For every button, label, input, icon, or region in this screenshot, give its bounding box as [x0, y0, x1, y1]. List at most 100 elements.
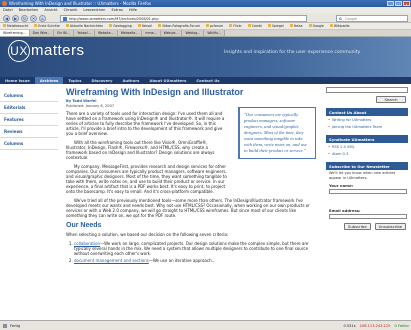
site-logo[interactable]: UX matters	[8, 40, 85, 62]
site-search-button[interactable]: Search	[376, 96, 406, 103]
search-input[interactable]: G Google	[336, 14, 408, 22]
left-nav-item[interactable]: Columns	[0, 90, 58, 102]
contact-heading: Contact Us About	[326, 108, 408, 116]
needs-intro: When selecting a solution, we based our …	[66, 232, 316, 237]
site-nav-authors[interactable]: Authors	[117, 77, 144, 84]
pull-quote: "Our consumers are typically product man…	[238, 107, 316, 159]
bookmark-item[interactable]: Wikipedia	[330, 23, 350, 29]
right-sidebar: Search Contact Us About Writing for UXma…	[326, 87, 408, 231]
close-button[interactable]: ×	[403, 1, 410, 6]
load-time: 0.531s	[343, 324, 356, 328]
tab[interactable]: Wikifiu...	[204, 30, 226, 36]
email-field[interactable]	[329, 214, 407, 220]
needs-term-link[interactable]: document management and sections	[74, 258, 149, 263]
list-item: document management and sections—We use …	[74, 258, 314, 263]
firefox-icon	[2, 1, 7, 6]
article-body-wide: We've tried all of the previously mentio…	[66, 198, 316, 218]
contact-link[interactable]: Writing for UXmatters	[326, 116, 408, 123]
bookmark-item[interactable]: Erste Schritte	[34, 23, 60, 29]
site-nav-about[interactable]: About UXmatters	[144, 77, 191, 84]
logo-mark: UX	[8, 40, 30, 62]
status-text: Fertig	[10, 324, 21, 328]
site-header: UX matters Insights and inspiration for t…	[0, 37, 411, 77]
tab[interactable]: Webseite...	[117, 30, 143, 36]
bookmark-item[interactable]: Heise	[290, 23, 303, 29]
site-nav-discovery[interactable]: Discovery	[86, 77, 117, 84]
url-bar[interactable]: http://www.uxmatters.com/MT/archives/200…	[60, 14, 307, 22]
tab[interactable]: Weblog...	[182, 30, 205, 36]
site-nav: Home Issue Archives Topics Discovery Aut…	[0, 77, 411, 84]
syndicate-link[interactable]: RSS 2.0 XML	[326, 143, 408, 150]
bookmark-item[interactable]: Aktuelle Nachrichten	[66, 23, 103, 29]
needs-list: collaboration—We work on large, complica…	[74, 241, 314, 263]
search-placeholder: Google	[345, 16, 357, 21]
article-title: Wireframing With InDesign and Illustrato…	[66, 87, 244, 97]
tab[interactable]: Ein Bli...	[54, 30, 75, 36]
article: Wireframing With InDesign and Illustrato…	[66, 87, 316, 265]
name-label: Your name:	[329, 183, 354, 189]
left-nav-item[interactable]: Columns	[0, 138, 58, 150]
contact-link[interactable]: Joining the UXmatters Team	[326, 123, 408, 130]
left-nav-item[interactable]: Features	[0, 114, 58, 126]
tab-strip: Wireframing... Dan Wire... Ein Bli... Ya…	[0, 30, 411, 37]
tab[interactable]: mma...	[142, 30, 161, 36]
bookmark-item[interactable]: Spiegel	[268, 23, 284, 29]
article-body: There are a variety of tools used for in…	[66, 111, 228, 194]
newsletter-heading: Subscribe to Our Newsletter	[326, 162, 408, 170]
subscribe-button[interactable]: Subscribe	[344, 223, 371, 231]
url-text: http://www.uxmatters.com/MT/archives/200…	[69, 16, 159, 21]
error-count[interactable]: 0 Fehler	[395, 321, 409, 330]
syndicate-heading: Syndicate UXmatters	[326, 135, 408, 143]
email-label: Email address:	[329, 208, 361, 214]
newsletter-buttons: Subscribe Unsubscribe	[344, 223, 408, 231]
tab[interactable]: Yahoo!...	[74, 30, 95, 36]
site-tagline: Insights and inspiration for the user ex…	[224, 50, 361, 55]
needs-text: —We work on large, complicated projects.…	[74, 241, 309, 256]
server-ip: 208.113.243.125	[359, 324, 391, 328]
bookmark-item[interactable]: Google	[309, 23, 324, 29]
left-nav-item[interactable]: Reviews	[0, 126, 58, 138]
back-button[interactable]: ◀	[3, 14, 10, 22]
syndicate-link[interactable]: Atom 0.3	[326, 150, 408, 157]
bookmark-item[interactable]: pcforum	[206, 23, 223, 29]
site-nav-home[interactable]: Home Issue	[0, 77, 35, 84]
status-right: 0.531s 208.113.243.125 0 Fehler	[343, 321, 409, 330]
site-nav-topics[interactable]: Topics	[63, 77, 86, 84]
site-nav-archives[interactable]: Archives	[34, 77, 64, 84]
site-nav-contact[interactable]: Contact Us	[191, 77, 224, 84]
tab[interactable]: Weinpe...	[160, 30, 183, 36]
tab[interactable]: Dan Wire...	[29, 30, 55, 36]
web-content: UX matters Insights and inspiration for t…	[0, 37, 411, 320]
window-titlebar: Wireframing With InDesign and Illustrato…	[0, 0, 411, 7]
bookmark-item[interactable]: Nikon-Fotografie-Forum	[158, 23, 200, 29]
reload-button[interactable]: ↻	[21, 14, 28, 22]
forward-button[interactable]: ▶	[12, 14, 19, 22]
site-search-input[interactable]	[326, 87, 408, 93]
bookmark-item[interactable]: Flickr	[229, 23, 242, 29]
site-favicon-icon	[63, 17, 67, 21]
article-byline[interactable]: By Todd Warfel	[66, 99, 316, 103]
minimize-button[interactable]: _	[387, 1, 394, 6]
status-left: Fertig	[3, 321, 20, 330]
article-subhead: Our Needs	[66, 222, 102, 229]
tab-active[interactable]: Wireframing...	[0, 30, 30, 36]
home-button[interactable]: ⌂	[39, 14, 46, 22]
name-field[interactable]	[329, 189, 407, 195]
left-nav-item[interactable]: Editorials	[0, 102, 58, 114]
newsletter-text: We'll let you know when new articles app…	[329, 171, 396, 180]
unsubscribe-button[interactable]: Unsubscribe	[374, 223, 407, 231]
stop-button[interactable]: ✕	[30, 14, 37, 22]
article-paragraph: With all the wireframing tools out there…	[66, 140, 215, 160]
tab[interactable]: Website...	[94, 30, 118, 36]
bookmark-item[interactable]: Meistbesucht	[3, 23, 28, 29]
left-nav: Columns Editorials Features Reviews Colu…	[0, 90, 58, 150]
status-bar: Fertig 0.531s 208.113.243.125 0 Fehler	[0, 320, 411, 330]
maximize-button[interactable]: □	[395, 1, 402, 6]
needs-text: —We use an iterative approach...	[148, 258, 216, 263]
needs-intro-text: When selecting a solution, we based our …	[66, 232, 229, 237]
window-title: Wireframing With InDesign and Illustrato…	[9, 1, 152, 6]
navigation-toolbar: ◀ ▶ ↻ ✕ ⌂ http://www.uxmatters.com/MT/ar…	[0, 13, 411, 23]
bookmark-item[interactable]: Yahoo!	[138, 23, 153, 29]
bookmark-item[interactable]: Geotagging	[109, 23, 132, 29]
bookmark-item[interactable]: Combi	[248, 23, 262, 29]
